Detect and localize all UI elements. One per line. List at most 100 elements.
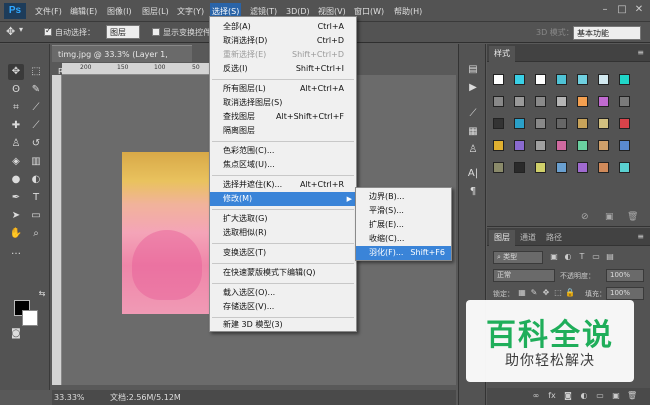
menu-image[interactable]: 图像(I) [107, 5, 132, 18]
menu-item-quick-mask[interactable]: 在快速蒙版模式下编辑(Q) [210, 266, 356, 280]
style-swatch[interactable] [598, 162, 609, 173]
menu-item-isolate-layers[interactable]: 隔离图层 [210, 124, 356, 138]
quick-select-tool-icon[interactable]: ✎ [28, 82, 44, 98]
style-swatch[interactable] [577, 162, 588, 173]
style-swatch[interactable] [598, 140, 609, 151]
style-swatch[interactable] [556, 140, 567, 151]
menu-help[interactable]: 帮助(H) [394, 5, 422, 18]
style-swatch[interactable] [514, 140, 525, 151]
menu-item-select-and-mask[interactable]: 选择并遮住(K)... Alt+Ctrl+R [210, 178, 356, 192]
blur-tool-icon[interactable]: ● [8, 172, 24, 188]
tab-paths[interactable]: 路径 [541, 230, 567, 246]
auto-select-dropdown[interactable]: 图层 [106, 25, 140, 39]
brush-panel-icon[interactable]: ⟋ [465, 106, 481, 122]
history-brush-icon[interactable]: ↺ [28, 136, 44, 152]
style-swatch[interactable] [577, 96, 588, 107]
style-swatch[interactable] [598, 118, 609, 129]
eyedropper-tool-icon[interactable]: ⟋ [28, 100, 44, 116]
tab-layers[interactable]: 图层 [489, 230, 515, 246]
menu-item-all[interactable]: 全部(A) Ctrl+A [210, 20, 356, 34]
submenu-item-contract[interactable]: 收缩(C)... [356, 232, 451, 246]
style-swatch[interactable] [493, 118, 504, 129]
move-tool-icon[interactable]: ✥ [8, 64, 24, 80]
submenu-item-border[interactable]: 边界(B)... [356, 190, 451, 204]
new-style-icon[interactable]: ▣ [605, 212, 614, 222]
link-layers-icon[interactable]: ∞ [531, 391, 541, 401]
gradient-tool-icon[interactable]: ▥ [28, 154, 44, 170]
lock-transparency-icon[interactable]: ▦ [517, 288, 527, 298]
style-swatch[interactable] [556, 74, 567, 85]
style-swatch[interactable] [514, 96, 525, 107]
style-swatch[interactable] [556, 118, 567, 129]
style-swatch[interactable] [619, 140, 630, 151]
more-tools-icon[interactable]: … [8, 244, 24, 260]
style-swatch[interactable] [493, 96, 504, 107]
dodge-tool-icon[interactable]: ◐ [28, 172, 44, 188]
menu-window[interactable]: 窗口(W) [354, 5, 384, 18]
lock-pixels-icon[interactable]: ✎ [529, 288, 539, 298]
style-swatch[interactable] [619, 162, 630, 173]
history-icon[interactable]: ▤ [465, 62, 481, 78]
shape-filter-icon[interactable]: ▭ [591, 252, 601, 262]
brush-presets-icon[interactable]: ▦ [465, 124, 481, 140]
path-select-icon[interactable]: ➤ [8, 208, 24, 224]
lock-position-icon[interactable]: ✥ [541, 288, 551, 298]
menu-item-similar[interactable]: 选取相似(R) [210, 226, 356, 240]
style-swatch[interactable] [556, 96, 567, 107]
style-swatch[interactable] [556, 162, 567, 173]
tool-preset-chevron-icon[interactable]: ▾ [19, 25, 23, 34]
style-swatch[interactable] [493, 74, 504, 85]
delete-style-icon[interactable]: 🗑 [627, 212, 638, 222]
minimize-icon[interactable]: – [598, 3, 612, 17]
menu-edit[interactable]: 编辑(E) [70, 5, 97, 18]
menu-item-inverse[interactable]: 反选(I) Shift+Ctrl+I [210, 62, 356, 76]
menu-item-transform-selection[interactable]: 变换选区(T) [210, 246, 356, 260]
submenu-item-expand[interactable]: 扩展(E)... [356, 218, 451, 232]
opacity-input[interactable]: 100% [606, 269, 644, 282]
layer-style-icon[interactable]: fx [547, 391, 557, 401]
style-swatch[interactable] [535, 140, 546, 151]
workspace-dropdown[interactable]: 基本功能 [573, 26, 641, 40]
menu-item-find-layers[interactable]: 查找图层 Alt+Shift+Ctrl+F [210, 110, 356, 124]
clone-stamp-icon[interactable]: ♙ [8, 136, 24, 152]
healing-brush-icon[interactable]: ✚ [8, 118, 24, 134]
crop-tool-icon[interactable]: ⌗ [8, 100, 24, 116]
adjustment-filter-icon[interactable]: ◐ [563, 252, 573, 262]
style-swatch[interactable] [598, 96, 609, 107]
document-tab[interactable]: timg.jpg @ 33.3% (Layer 1, RGB/8#) * × [52, 45, 192, 76]
actions-play-icon[interactable]: ▶ [465, 80, 481, 96]
menu-item-grow[interactable]: 扩大选取(G) [210, 212, 356, 226]
type-filter-icon[interactable]: T [577, 252, 587, 262]
fill-input[interactable]: 100% [606, 287, 644, 300]
tab-styles[interactable]: 样式 [489, 46, 515, 62]
style-swatch[interactable] [535, 162, 546, 173]
hand-tool-icon[interactable]: ✋ [8, 226, 24, 242]
clear-style-icon[interactable]: ⊘ [581, 212, 589, 222]
style-swatch[interactable] [619, 74, 630, 85]
background-color-swatch[interactable] [22, 310, 38, 326]
style-swatch[interactable] [577, 140, 588, 151]
menu-item-focus-area[interactable]: 焦点区域(U)... [210, 158, 356, 172]
character-panel-icon[interactable]: A| [465, 166, 481, 182]
lock-artboard-icon[interactable]: ⬚ [553, 288, 563, 298]
clone-source-icon[interactable]: ♙ [465, 142, 481, 158]
new-layer-icon[interactable]: ▣ [611, 391, 621, 401]
show-transform-checkbox[interactable]: 显示变换控件 [152, 27, 211, 38]
eraser-tool-icon[interactable]: ◈ [8, 154, 24, 170]
style-swatch[interactable] [619, 118, 630, 129]
adjustment-layer-icon[interactable]: ◐ [579, 391, 589, 401]
style-swatch[interactable] [514, 74, 525, 85]
pixel-filter-icon[interactable]: ▣ [549, 252, 559, 262]
menu-item-new-3d-model[interactable]: 新建 3D 模型(3) [210, 318, 356, 332]
maximize-icon[interactable]: □ [615, 3, 629, 17]
style-swatch[interactable] [514, 162, 525, 173]
paragraph-panel-icon[interactable]: ¶ [465, 184, 481, 200]
smart-object-filter-icon[interactable]: ▤ [605, 252, 615, 262]
menu-item-deselect-layers[interactable]: 取消选择图层(S) [210, 96, 356, 110]
style-swatch[interactable] [598, 74, 609, 85]
menu-item-all-layers[interactable]: 所有图层(L) Alt+Ctrl+A [210, 82, 356, 96]
quick-mask-icon[interactable]: ◙ [8, 326, 24, 342]
style-swatch[interactable] [577, 74, 588, 85]
style-swatch[interactable] [619, 96, 630, 107]
layer-filter-dropdown[interactable]: ⌕ 类型 [493, 251, 543, 264]
